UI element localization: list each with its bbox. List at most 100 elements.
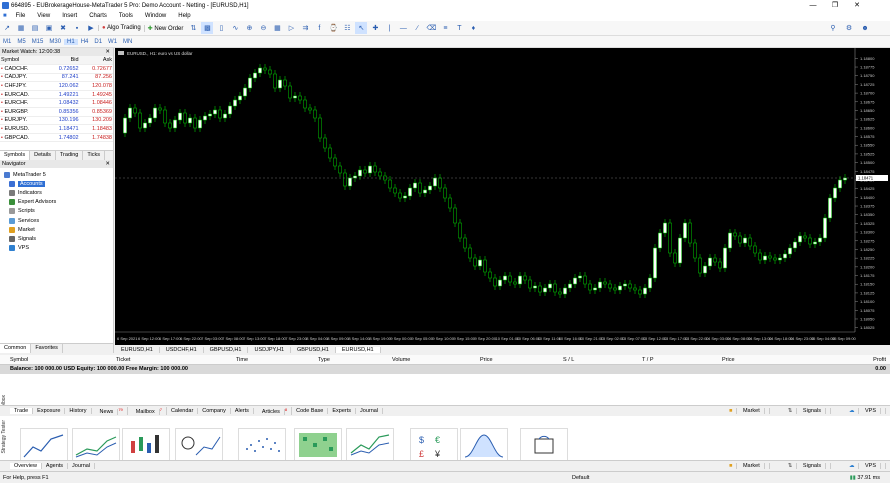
vps-link[interactable]: ☁ VPS <box>841 463 886 469</box>
tab-details[interactable]: Details <box>30 151 56 160</box>
chart-tab-active[interactable]: EURUSD,H1 <box>335 347 381 353</box>
tab-journal[interactable]: Journal <box>356 408 384 414</box>
navigator-item[interactable]: Accounts <box>0 179 113 188</box>
candlestick-icon[interactable]: ▯ <box>215 22 227 34</box>
vps-link[interactable]: ☁ VPS <box>841 408 886 414</box>
text-icon[interactable]: T <box>453 22 465 34</box>
account-icon[interactable]: ☻ <box>859 22 871 34</box>
navigator-item[interactable]: MetaTrader 5 <box>0 170 113 179</box>
tf-w1[interactable]: W1 <box>105 39 120 45</box>
tab-journal[interactable]: Journal <box>68 463 96 469</box>
close-icon[interactable]: ✕ <box>105 160 110 168</box>
chart-tab[interactable]: EURUSD,H1 <box>115 347 160 353</box>
navigator-icon[interactable]: ▣ <box>43 22 55 34</box>
fibonacci-icon[interactable]: ≡ <box>439 22 451 34</box>
col-tp[interactable]: T / P <box>642 357 654 363</box>
tab-experts[interactable]: Experts <box>328 408 357 414</box>
menu-charts[interactable]: Charts <box>83 13 113 19</box>
depth-of-market-icon[interactable]: ⇅ <box>187 22 199 34</box>
close-icon[interactable]: ✕ <box>846 0 868 11</box>
navigator-item[interactable]: Indicators <box>0 188 113 197</box>
signals-link[interactable]: ⇅ Signals <box>780 463 831 469</box>
tab-articles[interactable]: Articles8 <box>254 406 293 416</box>
col-profit[interactable]: Profit <box>873 357 886 363</box>
chart-tab[interactable]: USDCHF,H1 <box>160 347 204 353</box>
col-volume[interactable]: Volume <box>392 357 410 363</box>
search-icon[interactable]: ⚲ <box>827 22 839 34</box>
col-price-current[interactable]: Price <box>722 357 735 363</box>
tf-m5[interactable]: M5 <box>14 39 28 45</box>
tf-d1[interactable]: D1 <box>91 39 105 45</box>
navigator-item[interactable]: Services <box>0 216 113 225</box>
market-watch-row[interactable]: ▪ EURGBP. 0.85356 0.85369 <box>0 107 113 117</box>
product-card[interactable]: $ € £ ¥ <box>410 428 458 462</box>
col-ticket[interactable]: Ticket <box>116 357 130 363</box>
market-watch-row[interactable]: ▪ EURCAD. 1.49221 1.49245 <box>0 90 113 100</box>
horizontal-line-icon[interactable]: — <box>397 22 409 34</box>
navigator-item[interactable]: Market <box>0 225 113 234</box>
crosshair-icon[interactable]: ✚ <box>369 22 381 34</box>
tab-alerts[interactable]: Alerts <box>231 408 254 414</box>
product-card[interactable] <box>520 428 568 462</box>
strategy-tester-icon[interactable]: ▶ <box>85 22 97 34</box>
col-time[interactable]: Time <box>236 357 248 363</box>
market-watch-row[interactable]: ▪ CADCHF. 0.72652 0.72677 <box>0 64 113 74</box>
doc-menu-icon[interactable]: ■ <box>0 13 10 19</box>
data-window-icon[interactable]: ✖ <box>57 22 69 34</box>
tab-company[interactable]: Company <box>198 408 231 414</box>
product-card[interactable] <box>294 428 342 462</box>
product-card[interactable] <box>72 428 120 462</box>
tab-calendar[interactable]: Calendar <box>167 408 199 414</box>
tf-m15[interactable]: M15 <box>29 39 47 45</box>
minimize-icon[interactable]: — <box>802 0 824 11</box>
tab-symbols[interactable]: Symbols <box>0 151 31 160</box>
menu-window[interactable]: Window <box>139 13 172 19</box>
market-watch-row[interactable]: ▪ EURCHF. 1.08432 1.08446 <box>0 98 113 109</box>
col-type[interactable]: Type <box>318 357 330 363</box>
col-symbol[interactable]: Symbol <box>0 56 47 66</box>
tile-windows-icon[interactable]: ▦ <box>271 22 283 34</box>
trend-line-icon[interactable]: ∕ <box>411 22 423 34</box>
col-price[interactable]: Price <box>480 357 493 363</box>
periods-icon[interactable]: ⌚ <box>327 22 339 34</box>
product-card[interactable] <box>122 428 170 462</box>
menu-help[interactable]: Help <box>172 13 196 19</box>
tab-ticks[interactable]: Ticks <box>83 151 105 160</box>
tab-mailbox[interactable]: Mailbox7 <box>128 406 167 416</box>
templates-icon[interactable]: ☷ <box>341 22 353 34</box>
col-sl[interactable]: S / L <box>563 357 574 363</box>
market-watch-row[interactable]: ▪ EURJPY. 130.196 130.209 <box>0 116 113 126</box>
product-card[interactable] <box>346 428 394 462</box>
tab-trade[interactable]: Trade <box>10 408 34 414</box>
tab-exposure[interactable]: Exposure <box>33 408 66 414</box>
tab-news[interactable]: News79 <box>92 406 128 416</box>
chart-tab[interactable]: GBPUSD,H1 <box>204 347 249 353</box>
tab-favorites[interactable]: Favorites <box>31 344 63 353</box>
tab-code-base[interactable]: Code Base <box>292 408 329 414</box>
market-watch-row[interactable]: ▪ EURUSD. 1.18471 1.18483 <box>0 124 113 134</box>
product-card[interactable] <box>460 428 508 462</box>
product-card[interactable] <box>175 428 223 462</box>
profiles-icon[interactable]: ▦ <box>15 22 27 34</box>
col-ask[interactable]: Ask <box>79 56 113 66</box>
price-chart[interactable]: 1.18800 1.18775 1.18750 1.18725 1.18700 1.186… <box>115 48 890 345</box>
chart-tab[interactable]: USDJPY,H1 <box>248 347 292 353</box>
settings-icon[interactable]: ⚙ <box>843 22 855 34</box>
tab-trading[interactable]: Trading <box>56 151 84 160</box>
chart-shift-icon[interactable]: ⇉ <box>299 22 311 34</box>
vertical-line-icon[interactable]: | <box>383 22 395 34</box>
chart-canvas[interactable]: 1.18800 1.18775 1.18750 1.18725 1.18700 1.186… <box>115 48 890 345</box>
navigator-item[interactable]: Scripts <box>0 207 113 216</box>
new-order-button[interactable]: ✚ New Order <box>143 24 187 32</box>
shapes-icon[interactable]: ♦ <box>467 22 479 34</box>
strategy-tester-label[interactable]: Strategy Tester <box>1 420 7 454</box>
navigator-item[interactable]: Signals <box>0 234 113 243</box>
navigator-item[interactable]: VPS <box>0 244 113 253</box>
algo-trading-button[interactable]: ● Algo Trading <box>98 25 144 31</box>
tf-h1[interactable]: H1 <box>64 38 78 45</box>
col-symbol[interactable]: Symbol <box>10 357 28 363</box>
market-watch-row[interactable]: ▪ GBPCAD. 1.74802 1.74838 <box>0 133 113 143</box>
signals-link[interactable]: ⇅ Signals <box>780 408 831 414</box>
close-icon[interactable]: ✕ <box>105 48 110 56</box>
maximize-icon[interactable]: ❐ <box>824 0 846 11</box>
